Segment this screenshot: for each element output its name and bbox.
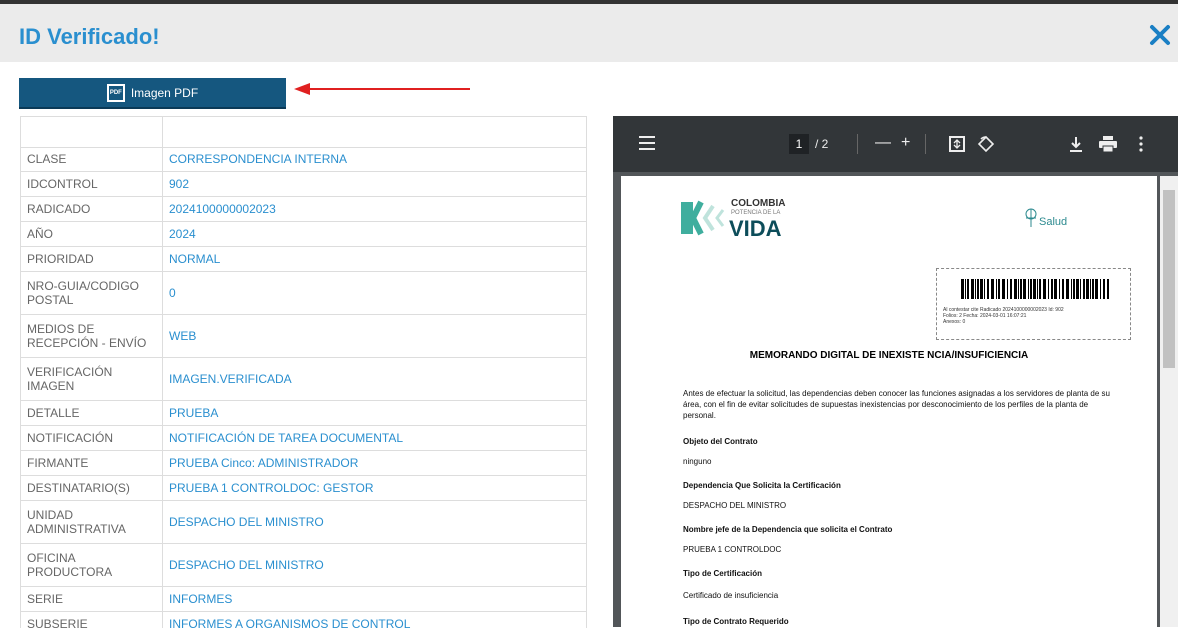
pdf-toolbar: 1 / 2 — + bbox=[613, 116, 1178, 172]
table-row: DETALLE PRUEBA bbox=[21, 400, 586, 426]
detail-value bbox=[162, 117, 586, 148]
scrollbar-thumb[interactable] bbox=[1163, 190, 1175, 368]
detail-key: UNIDAD ADMINISTRATIVA bbox=[21, 500, 163, 544]
detail-value: PRUEBA Cinco: ADMINISTRADOR bbox=[162, 450, 586, 476]
modal-header: ID Verificado! bbox=[0, 4, 1178, 62]
salud-text: Salud bbox=[1039, 216, 1068, 228]
detail-key: CLASE bbox=[21, 147, 163, 172]
table-row: NOTIFICACIÓN NOTIFICACIÓN DE TAREA DOCUME… bbox=[21, 425, 586, 451]
detail-value: WEB bbox=[162, 314, 586, 358]
detail-key: RADICADO bbox=[21, 196, 163, 222]
pdf-image-button[interactable]: PDF Imagen PDF bbox=[19, 78, 286, 109]
print-icon[interactable] bbox=[1099, 136, 1117, 152]
detail-value: NORMAL bbox=[162, 246, 586, 272]
menu-icon[interactable] bbox=[639, 136, 655, 150]
detail-value: IMAGEN.VERIFICADA bbox=[162, 357, 586, 401]
download-icon[interactable] bbox=[1069, 136, 1083, 152]
detail-key: SUBSERIE bbox=[21, 611, 163, 628]
detail-key: MEDIOS DE RECEPCIÓN - ENVÍO bbox=[21, 314, 163, 358]
detail-value: CORRESPONDENCIA INTERNA bbox=[162, 147, 586, 172]
jefe-label: Nombre jefe de la Dependencia que solici… bbox=[683, 525, 893, 534]
zoom-out-button[interactable]: — bbox=[875, 134, 891, 152]
dependencia-label: Dependencia Que Solicita la Certificació… bbox=[683, 481, 841, 490]
detail-value: 2024100000002023 bbox=[162, 196, 586, 222]
zoom-in-button[interactable]: + bbox=[901, 134, 910, 152]
colombia-logo-icon bbox=[681, 200, 725, 236]
detail-key: AÑO bbox=[21, 221, 163, 247]
detail-key: OFICINA PRODUCTORA bbox=[21, 543, 163, 587]
table-row: CLASE CORRESPONDENCIA INTERNA bbox=[21, 147, 586, 172]
rotate-icon[interactable] bbox=[977, 135, 995, 153]
fit-page-icon[interactable] bbox=[949, 136, 965, 152]
table-row: IDCONTROL 902 bbox=[21, 171, 586, 197]
toolbar-divider bbox=[925, 134, 926, 154]
detail-value: PRUEBA bbox=[162, 400, 586, 426]
barcode-icon bbox=[961, 279, 1109, 299]
detail-value: 2024 bbox=[162, 221, 586, 247]
table-row: SERIE INFORMES bbox=[21, 586, 586, 612]
tipo-contrato-label: Tipo de Contrato Requerido bbox=[683, 617, 789, 626]
barcode-label: Al contestar cite Radicado 2024100000002… bbox=[936, 268, 1131, 340]
page-total: / 2 bbox=[815, 137, 829, 151]
close-icon[interactable] bbox=[1147, 22, 1173, 48]
pdf-scrollbar[interactable] bbox=[1160, 176, 1178, 627]
table-row: MEDIOS DE RECEPCIÓN - ENVÍO WEB bbox=[21, 314, 586, 358]
table-row: OFICINA PRODUCTORA DESPACHO DEL MINISTRO bbox=[21, 543, 586, 587]
detail-value: DESPACHO DEL MINISTRO bbox=[162, 500, 586, 544]
detail-value: DESPACHO DEL MINISTRO bbox=[162, 543, 586, 587]
detail-key bbox=[21, 117, 163, 148]
document-paragraph: Antes de efectuar la solicitud, las depe… bbox=[683, 389, 1110, 420]
red-arrow-annotation bbox=[294, 83, 470, 95]
pdf-button-label: Imagen PDF bbox=[130, 85, 199, 100]
barcode-line-3: Anexos: 0 bbox=[943, 319, 966, 325]
table-row: VERIFICACIÓN IMAGEN IMAGEN.VERIFICADA bbox=[21, 357, 586, 401]
objeto-value: ninguno bbox=[683, 457, 712, 466]
toolbar-divider bbox=[857, 134, 858, 154]
modal-title: ID Verificado! bbox=[19, 24, 160, 49]
pdf-viewer[interactable]: 1 / 2 — + COLOMBIA POTENCIA DE LA VIDA S… bbox=[613, 116, 1178, 627]
detail-key: SERIE bbox=[21, 586, 163, 612]
table-row: NRO-GUIA/CODIGO POSTAL 0 bbox=[21, 271, 586, 315]
dependencia-value: DESPACHO DEL MINISTRO bbox=[683, 501, 787, 510]
table-row: UNIDAD ADMINISTRATIVA DESPACHO DEL MINIST… bbox=[21, 500, 586, 544]
salud-logo-icon bbox=[1025, 208, 1037, 227]
more-options-icon[interactable] bbox=[1139, 136, 1143, 152]
objeto-label: Objeto del Contrato bbox=[683, 437, 758, 446]
detail-value: PRUEBA 1 CONTROLDOC: GESTOR bbox=[162, 475, 586, 501]
detail-value: 902 bbox=[162, 171, 586, 197]
table-row bbox=[21, 117, 586, 148]
detail-value: NOTIFICACIÓN DE TAREA DOCUMENTAL bbox=[162, 425, 586, 451]
table-row: FIRMANTE PRUEBA Cinco: ADMINISTRADOR bbox=[21, 450, 586, 476]
detail-key: DESTINATARIO(S) bbox=[21, 475, 163, 501]
logo-vida-text: VIDA bbox=[729, 216, 782, 241]
table-row: PRIORIDAD NORMAL bbox=[21, 246, 586, 272]
detail-key: PRIORIDAD bbox=[21, 246, 163, 272]
pdf-icon: PDF bbox=[106, 83, 125, 102]
barcode-text: Al contestar cite Radicado 2024100000002… bbox=[943, 307, 1064, 325]
detail-value: INFORMES A ORGANISMOS DE CONTROL bbox=[162, 611, 586, 628]
details-table: CLASE CORRESPONDENCIA INTERNA IDCONTROL 902… bbox=[20, 116, 587, 628]
tipo-certificacion-value: Certificado de insuficiencia bbox=[683, 591, 779, 600]
detail-key: FIRMANTE bbox=[21, 450, 163, 476]
detail-key: IDCONTROL bbox=[21, 171, 163, 197]
table-row: SUBSERIE INFORMES A ORGANISMOS DE CONTROL bbox=[21, 611, 586, 628]
pdf-page: COLOMBIA POTENCIA DE LA VIDA Salud Al co… bbox=[621, 176, 1157, 627]
page-number-input[interactable]: 1 bbox=[789, 134, 809, 154]
detail-value: INFORMES bbox=[162, 586, 586, 612]
tipo-certificacion-label: Tipo de Certificación bbox=[683, 569, 762, 578]
table-row: DESTINATARIO(S) PRUEBA 1 CONTROLDOC: GEST… bbox=[21, 475, 586, 501]
detail-key: DETALLE bbox=[21, 400, 163, 426]
logo-colombia-text: COLOMBIA bbox=[731, 198, 786, 209]
table-row: AÑO 2024 bbox=[21, 221, 586, 247]
table-row: RADICADO 2024100000002023 bbox=[21, 196, 586, 222]
detail-key: NRO-GUIA/CODIGO POSTAL bbox=[21, 271, 163, 315]
jefe-value: PRUEBA 1 CONTROLDOC bbox=[683, 545, 782, 554]
detail-value: 0 bbox=[162, 271, 586, 315]
detail-key: VERIFICACIÓN IMAGEN bbox=[21, 357, 163, 401]
detail-key: NOTIFICACIÓN bbox=[21, 425, 163, 451]
document-title: MEMORANDO DIGITAL DE INEXISTE NCIA/INSUF… bbox=[749, 350, 1029, 361]
